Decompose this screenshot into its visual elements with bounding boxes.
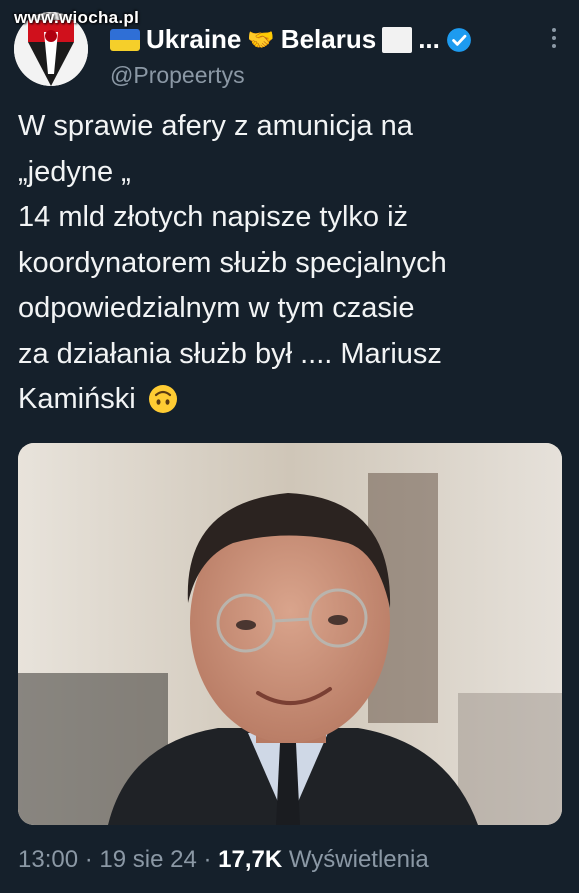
portrait-photo xyxy=(18,443,562,825)
site-watermark: www.wiocha.pl xyxy=(14,8,140,27)
tweet-date[interactable]: 19 sie 24 xyxy=(99,846,196,873)
tweet-line: odpowiedzialnym w tym czasie xyxy=(18,292,415,324)
tweet-time[interactable]: 13:00 xyxy=(18,846,78,873)
white-flag-icon xyxy=(382,26,413,53)
separator: · xyxy=(196,846,219,873)
verified-badge-icon[interactable] xyxy=(446,27,472,53)
author-handle[interactable]: @Propeertys xyxy=(110,62,245,89)
tweet-line: W sprawie afery z amunicja na xyxy=(18,110,413,142)
tweet-line: Kamiński xyxy=(18,383,136,415)
views-label: Wyświetlenia xyxy=(282,846,429,873)
tweet-text: W sprawie afery z amunicja na „jedyne „ … xyxy=(18,104,563,423)
upside-down-face-emoji-icon xyxy=(148,385,177,413)
ukraine-flag-icon xyxy=(110,28,140,51)
tweet-photo[interactable] xyxy=(18,443,562,825)
author-name-ellipsis: ... xyxy=(418,24,440,54)
separator: · xyxy=(78,846,100,873)
author-name-ukraine: Ukraine xyxy=(146,24,242,54)
more-options-icon[interactable] xyxy=(551,28,557,48)
author-name-belarus: Belarus xyxy=(280,24,377,54)
tweet-line-last: Kamiński xyxy=(18,377,563,423)
author-display-name[interactable]: Ukraine 🤝 Belarus ... xyxy=(110,24,472,55)
views-count[interactable]: 17,7K xyxy=(218,846,282,873)
tweet-line: za działania służb był .... Mariusz xyxy=(18,337,442,370)
tweet-line: „jedyne „ xyxy=(18,155,131,188)
tweet-line: koordynatorem służb specjalnych xyxy=(18,246,447,279)
tweet-meta: 13:00 · 19 sie 24 · 17,7K Wyświetlenia xyxy=(18,846,429,874)
handshake-icon: 🤝 xyxy=(247,26,275,52)
tweet-line: 14 mld złotych napisze tylko iż xyxy=(18,201,409,233)
